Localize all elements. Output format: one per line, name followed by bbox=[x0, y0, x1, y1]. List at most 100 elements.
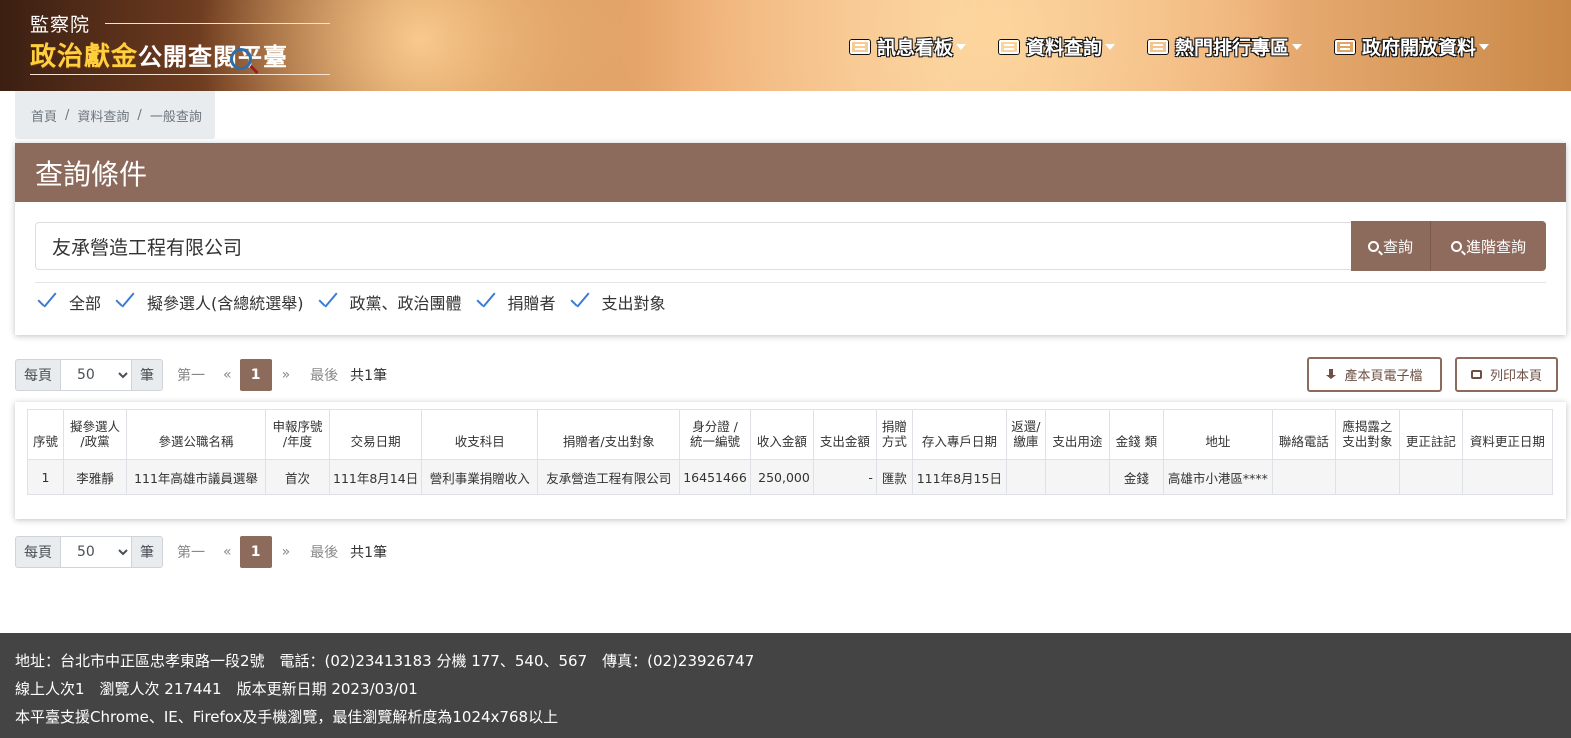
book-icon bbox=[999, 39, 1020, 54]
breadcrumb-separator: / bbox=[137, 107, 142, 123]
site-header: 監察院 政治獻金公開查閱平臺 訊息看板 資料查詢 熱門排行專區 政府開放資料 bbox=[0, 0, 1571, 91]
column-header: 捐贈者/支出對象 bbox=[537, 409, 681, 460]
filter-label: 捐贈者 bbox=[507, 294, 556, 313]
nav-open-data[interactable]: 政府開放資料 bbox=[1335, 33, 1490, 60]
nav-data-query[interactable]: 資料查詢 bbox=[999, 33, 1116, 60]
page-current[interactable]: 1 bbox=[239, 536, 272, 568]
caret-down-icon bbox=[1479, 43, 1490, 50]
column-header: 金錢 類 bbox=[1108, 409, 1164, 460]
advanced-search-label: 進階查詢 bbox=[1465, 237, 1526, 256]
nav-label: 資料查詢 bbox=[1026, 37, 1103, 59]
total-count: 共1筆 bbox=[350, 368, 388, 384]
column-header: 參選公職名稱 bbox=[126, 409, 266, 460]
filter-candidates[interactable]: 擬參選人(含總統選舉) bbox=[113, 290, 304, 314]
page-last[interactable]: 最後 bbox=[310, 542, 338, 562]
page-first[interactable]: 第一 bbox=[177, 365, 205, 385]
site-footer: 地址：台北市中正區忠孝東路一段2號 電話：(02)23413183 分機 177… bbox=[0, 633, 1571, 738]
checkmark-icon bbox=[474, 292, 494, 312]
filter-parties[interactable]: 政黨、政治團體 bbox=[316, 290, 462, 314]
query-title: 查詢條件 bbox=[15, 143, 1566, 202]
filter-label: 支出對象 bbox=[601, 294, 666, 313]
per-page-select[interactable]: 50 bbox=[61, 359, 131, 391]
column-header: 地址 bbox=[1162, 409, 1273, 460]
table-cell: 高雄市小港區**** bbox=[1162, 459, 1273, 495]
footer-contact: 地址：台北市中正區忠孝東路一段2號 電話：(02)23413183 分機 177… bbox=[15, 652, 755, 670]
filter-all[interactable]: 全部 bbox=[35, 290, 101, 314]
column-header: 擬參選人 /政黨 bbox=[63, 409, 127, 460]
breadcrumb-data-query[interactable]: 資料查詢 bbox=[77, 106, 129, 125]
export-button[interactable]: 產本頁電子檔 bbox=[1307, 357, 1442, 392]
breadcrumb-home[interactable]: 首頁 bbox=[31, 106, 57, 125]
page-current[interactable]: 1 bbox=[239, 359, 272, 391]
column-header: 捐贈 方式 bbox=[875, 409, 913, 460]
search-button-label: 查詢 bbox=[1382, 237, 1413, 256]
logo-divider-bottom bbox=[30, 74, 330, 75]
book-icon bbox=[850, 39, 870, 54]
table-cell: 友承營造工程有限公司 bbox=[537, 459, 681, 495]
book-icon bbox=[1335, 39, 1356, 54]
advanced-search-button[interactable]: 進階查詢 bbox=[1430, 221, 1546, 271]
per-page-label: 每頁 bbox=[15, 536, 61, 568]
page-first[interactable]: 第一 bbox=[177, 542, 205, 562]
column-header: 收支科目 bbox=[421, 409, 539, 460]
column-header: 存入專戶日期 bbox=[911, 409, 1007, 460]
checkmark-icon bbox=[35, 292, 55, 312]
table-cell: 匯款 bbox=[875, 459, 913, 495]
column-header: 更正註記 bbox=[1398, 409, 1463, 460]
breadcrumb-current: 一般查詢 bbox=[149, 109, 202, 125]
footer-stats: 線上人次1 瀏覽人次 217441 版本更新日期 2023/03/01 bbox=[15, 680, 418, 698]
magnifier-icon bbox=[230, 48, 252, 70]
breadcrumb: 首頁 / 資料查詢 / 一般查詢 bbox=[15, 91, 215, 139]
query-panel: 查詢條件 查詢 進階查詢 全部 擬參選人(含總統選舉) 政黨、政治團體 捐贈者 bbox=[15, 143, 1566, 335]
logo-title-rest: 公開查閱平臺 bbox=[138, 43, 289, 71]
caret-down-icon bbox=[1292, 43, 1303, 50]
search-button[interactable]: 查詢 bbox=[1351, 221, 1430, 271]
per-page-label: 每頁 bbox=[15, 359, 61, 391]
column-header: 序號 bbox=[27, 409, 64, 460]
logo-divider-top bbox=[105, 23, 330, 24]
table-cell bbox=[1005, 459, 1046, 495]
filter-donors[interactable]: 捐贈者 bbox=[474, 290, 556, 314]
search-input[interactable] bbox=[35, 222, 1351, 270]
page-prev[interactable]: « bbox=[223, 367, 232, 383]
zoom-in-icon bbox=[1450, 240, 1462, 252]
export-label: 產本頁電子檔 bbox=[1344, 369, 1423, 384]
page-last[interactable]: 最後 bbox=[310, 365, 338, 385]
page-actions: 產本頁電子檔 列印本頁 bbox=[1307, 357, 1558, 392]
table-cell bbox=[1461, 459, 1553, 495]
pagination-top: 每頁 50 筆 第一 « 1 » 最後 共1筆 bbox=[15, 359, 387, 391]
breadcrumb-separator: / bbox=[65, 107, 70, 123]
nav-popular-ranking[interactable]: 熱門排行專區 bbox=[1148, 33, 1303, 60]
print-button[interactable]: 列印本頁 bbox=[1455, 357, 1558, 392]
page-next[interactable]: » bbox=[282, 367, 291, 383]
nav-label: 熱門排行專區 bbox=[1175, 37, 1290, 59]
main-nav: 訊息看板 資料查詢 熱門排行專區 政府開放資料 bbox=[850, 33, 1490, 60]
table-cell: 111年8月14日 bbox=[328, 459, 423, 495]
column-header: 申報序號 /年度 bbox=[265, 409, 330, 460]
column-header: 交易日期 bbox=[328, 409, 423, 460]
table-cell: 李雅靜 bbox=[63, 459, 127, 495]
nav-news-board[interactable]: 訊息看板 bbox=[850, 33, 967, 60]
page-prev[interactable]: « bbox=[223, 544, 232, 560]
column-header: 支出金額 bbox=[812, 409, 877, 460]
table-header-row: 序號 擬參選人 /政黨 參選公職名稱 申報序號 /年度 交易日期 收支科目 捐贈者/支出對象… bbox=[27, 409, 1553, 460]
results-panel: 序號 擬參選人 /政黨 參選公職名稱 申報序號 /年度 交易日期 收支科目 捐贈者/支出對象… bbox=[15, 402, 1566, 519]
print-icon bbox=[1470, 370, 1482, 379]
table-row: 1 李雅靜 111年高雄市議員選舉 首次 111年8月14日 營利事業捐贈收入 友承營造工程… bbox=[27, 459, 1553, 495]
book-icon bbox=[1148, 39, 1169, 54]
logo-title-highlight: 政治獻金 bbox=[30, 42, 139, 72]
column-header: 資料更正日期 bbox=[1461, 409, 1553, 460]
table-cell bbox=[1334, 459, 1400, 495]
table-cell bbox=[1398, 459, 1463, 495]
page-next[interactable]: » bbox=[282, 544, 291, 560]
filter-expense-targets[interactable]: 支出對象 bbox=[568, 290, 666, 314]
per-page-select[interactable]: 50 bbox=[61, 536, 131, 568]
table-cell: 250,000 bbox=[749, 459, 814, 495]
table-cell bbox=[1044, 459, 1110, 495]
search-bar: 查詢 進階查詢 bbox=[35, 221, 1546, 271]
divider bbox=[35, 282, 1546, 283]
column-header: 身分證 / 統一編號 bbox=[679, 409, 751, 460]
site-logo[interactable]: 監察院 政治獻金公開查閱平臺 bbox=[30, 8, 335, 80]
filter-label: 擬參選人(含總統選舉) bbox=[147, 294, 304, 313]
table-cell: 金錢 bbox=[1108, 459, 1164, 495]
